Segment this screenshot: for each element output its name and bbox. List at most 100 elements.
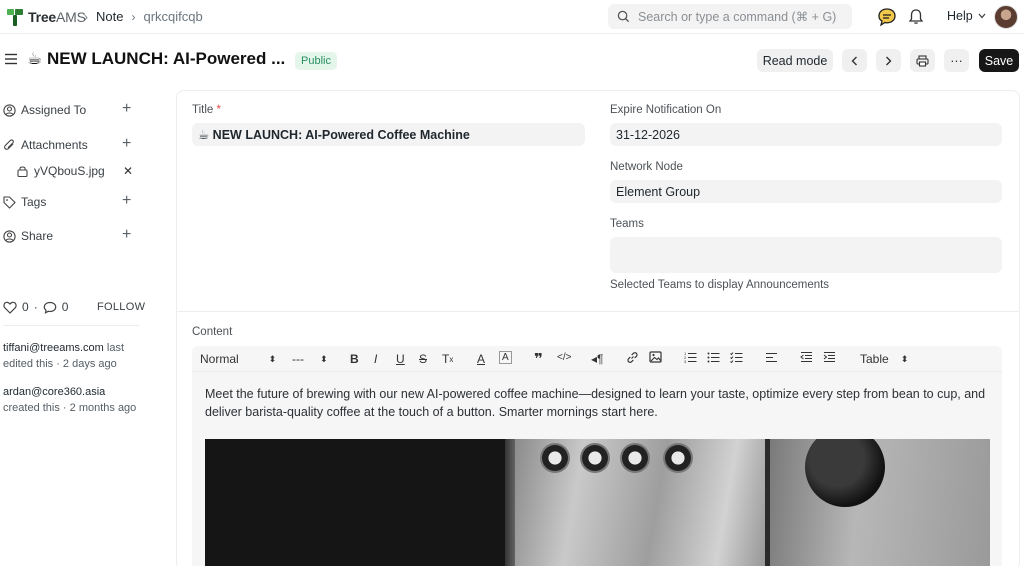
doc-stats: 0 · 0	[3, 300, 68, 314]
user-avatar[interactable]	[994, 5, 1018, 29]
activity-user[interactable]: tiffani@treeams.com	[3, 342, 104, 354]
attachment-file[interactable]: yVQbouS.jpg	[17, 164, 105, 178]
next-doc-button[interactable]	[876, 49, 901, 72]
align-left-icon[interactable]	[765, 351, 778, 363]
activity-text: created this · 2 months ago	[3, 402, 137, 414]
blockquote-icon[interactable]: ❞	[534, 350, 543, 368]
tag-icon	[3, 195, 16, 209]
add-share-plus-icon[interactable]: +	[122, 226, 131, 244]
indent-icon[interactable]	[823, 351, 836, 363]
heart-icon[interactable]	[3, 301, 17, 314]
updown-icon: ⬍	[320, 353, 328, 364]
outdent-icon[interactable]	[800, 351, 813, 363]
more-actions-button[interactable]: ···	[944, 49, 969, 72]
likes-count: 0	[22, 300, 29, 314]
save-button[interactable]: Save	[979, 49, 1019, 72]
lock-icon	[17, 166, 28, 177]
top-navbar: TreeAMS › Note › qrkcqifcqb Search or ty…	[0, 0, 1024, 34]
page-title: ☕ NEW LAUNCH: AI-Powered ...	[27, 49, 286, 68]
section-divider	[177, 311, 1019, 312]
stats-separator: ·	[33, 300, 38, 314]
title-label: Title *	[192, 104, 221, 116]
code-block-icon[interactable]: </>	[557, 352, 571, 363]
sidebar-assigned-to[interactable]: Assigned To	[3, 103, 86, 117]
image-knob	[663, 443, 693, 473]
expire-notification-date-input[interactable]: 31-12-2026	[610, 123, 1002, 146]
print-button[interactable]	[910, 49, 935, 72]
paragraph-style-value: Normal	[200, 352, 239, 366]
strikethrough-icon[interactable]: S	[419, 352, 427, 366]
chevron-right-icon: ›	[84, 9, 88, 24]
search-icon	[617, 10, 630, 23]
underline-icon[interactable]: U	[396, 352, 405, 366]
content-body-text[interactable]: Meet the future of brewing with our new …	[205, 385, 990, 421]
chevron-right-icon	[886, 56, 892, 65]
previous-doc-button[interactable]	[842, 49, 867, 72]
chat-icon[interactable]	[877, 7, 897, 27]
bold-icon[interactable]: B	[350, 352, 359, 366]
tree-logo-icon	[7, 9, 23, 26]
link-icon[interactable]	[626, 351, 639, 364]
activity-user[interactable]: ardan@core360.asia	[3, 386, 105, 398]
user-plus-icon	[3, 103, 16, 117]
add-attachment-plus-icon[interactable]: +	[122, 135, 131, 153]
text-direction-icon[interactable]: ◂¶	[591, 352, 603, 366]
table-label: Table	[860, 352, 889, 366]
remove-attachment-close-icon[interactable]: ✕	[123, 164, 133, 178]
read-mode-button[interactable]: Read mode	[757, 49, 833, 72]
clear-format-icon[interactable]: Tx	[442, 352, 453, 366]
sidebar-label: Assigned To	[21, 103, 87, 117]
sidebar-attachments[interactable]: Attachments	[3, 138, 88, 152]
notification-bell-icon[interactable]	[908, 8, 924, 25]
sidebar-label: Share	[21, 229, 54, 243]
bullet-list-icon[interactable]	[707, 351, 720, 363]
breadcrumb-note[interactable]: Note	[96, 9, 123, 24]
breadcrumb-doc-id[interactable]: qrkcqifcqb	[143, 9, 202, 24]
hamburger-menu-icon[interactable]	[4, 53, 18, 65]
image-icon[interactable]	[649, 351, 662, 363]
updown-icon: ⬍	[268, 353, 277, 364]
add-tag-plus-icon[interactable]: +	[122, 192, 131, 210]
updown-icon: ⬍	[900, 353, 909, 364]
title-input[interactable]: ☕ NEW LAUNCH: AI-Powered Coffee Machine	[192, 123, 585, 146]
follow-button[interactable]: FOLLOW	[97, 301, 145, 313]
search-placeholder: Search or type a command (⌘ + G)	[638, 10, 837, 24]
font-size-select[interactable]: --- ⬍	[292, 352, 328, 366]
breadcrumb: › Note › qrkcqifcqb	[84, 9, 203, 24]
add-assignee-plus-icon[interactable]: +	[122, 100, 131, 118]
help-label: Help	[947, 9, 973, 23]
app-logo[interactable]: TreeAMS	[6, 7, 86, 27]
required-marker: *	[216, 104, 221, 116]
chevron-left-icon	[851, 56, 857, 65]
printer-icon	[916, 54, 929, 67]
sidebar-tags[interactable]: Tags	[3, 195, 46, 209]
activity-item: ardan@core360.asia created this · 2 mont…	[3, 384, 143, 416]
chevron-right-icon: ›	[131, 9, 136, 24]
content-label: Content	[192, 326, 233, 338]
ordered-list-icon[interactable]: 123	[684, 351, 697, 363]
chevron-down-icon	[978, 13, 986, 19]
network-node-input[interactable]: Element Group	[610, 180, 1002, 203]
sidebar-share[interactable]: Share	[3, 229, 53, 243]
search-input[interactable]: Search or type a command (⌘ + G)	[608, 4, 852, 29]
teams-input[interactable]	[610, 237, 1002, 273]
image-knob	[580, 443, 610, 473]
status-badge: Public	[295, 52, 337, 70]
help-menu[interactable]: Help	[947, 9, 986, 23]
teams-hint: Selected Teams to display Announcements	[610, 279, 830, 291]
coffee-machine-image[interactable]	[205, 439, 990, 566]
paperclip-icon	[4, 138, 14, 150]
teams-label: Teams	[610, 218, 644, 230]
font-size-value: ---	[292, 352, 304, 366]
sidebar-label: Tags	[21, 195, 47, 209]
table-select[interactable]: Table ⬍	[860, 352, 908, 366]
network-node-label: Network Node	[610, 161, 683, 173]
checklist-icon[interactable]	[730, 351, 743, 363]
background-color-icon[interactable]: A	[499, 351, 512, 364]
italic-icon[interactable]: I	[374, 352, 377, 366]
text-color-icon[interactable]: A	[477, 352, 485, 366]
paragraph-style-select[interactable]: Normal ⬍	[200, 352, 276, 366]
comments-count: 0	[61, 300, 69, 314]
comment-icon[interactable]	[43, 301, 57, 314]
image-knob	[540, 443, 570, 473]
